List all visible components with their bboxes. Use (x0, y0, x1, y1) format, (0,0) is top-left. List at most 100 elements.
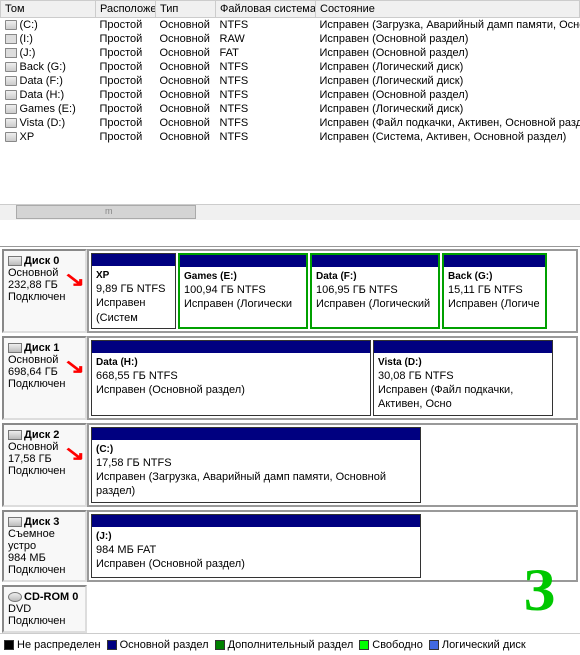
disk-name: Диск 2 (24, 429, 59, 441)
vol-fs: NTFS (216, 130, 316, 144)
vol-name: Data (F:) (20, 75, 63, 87)
vol-fs: NTFS (216, 88, 316, 102)
partition-bar (374, 341, 552, 353)
volume-table: Том Расположение Тип Файловая система Со… (0, 0, 580, 144)
drive-icon (5, 132, 17, 142)
disk-size: 984 МБ (8, 552, 81, 564)
col-filesystem[interactable]: Файловая система (216, 1, 316, 18)
legend-item: Не распределен (4, 639, 101, 651)
vol-fs: NTFS (216, 60, 316, 74)
disk-icon (8, 256, 22, 266)
partition-bar (180, 255, 306, 267)
legend-color-icon (215, 640, 225, 650)
table-row[interactable]: XPПростойОсновнойNTFSИсправен (Система, … (1, 130, 580, 144)
vol-status: Исправен (Логический диск) (316, 102, 580, 116)
partition-bar (92, 428, 420, 440)
drive-icon (5, 76, 17, 86)
partition-size: 100,94 ГБ NTFS (184, 284, 266, 296)
partition-size: 9,89 ГБ NTFS (96, 283, 165, 295)
vol-status: Исправен (Основной раздел) (316, 32, 580, 46)
vol-type: Основной (156, 46, 216, 60)
partition-title: Vista (D:) (378, 357, 422, 368)
vol-fs: NTFS (216, 74, 316, 88)
vol-name: (I:) (20, 33, 33, 45)
vol-status: Исправен (Логический диск) (316, 60, 580, 74)
partition[interactable]: (J:)984 МБ FATИсправен (Основной раздел) (91, 514, 421, 578)
vol-fs: NTFS (216, 18, 316, 33)
vol-status: Исправен (Файл подкачки, Активен, Основн… (316, 116, 580, 130)
volume-list-pane: Том Расположение Тип Файловая система Со… (0, 0, 580, 247)
legend-color-icon (107, 640, 117, 650)
table-row[interactable]: Data (H:)ПростойОсновнойNTFSИсправен (Ос… (1, 88, 580, 102)
disk-status: Подключен (8, 564, 81, 576)
partition-bar (92, 341, 370, 353)
vol-name: XP (20, 131, 35, 143)
disk-row: Диск 3Съемное устро984 МБПодключен(J:)98… (2, 510, 578, 582)
partition[interactable]: Games (E:) 100,94 ГБ NTFS Исправен (Логиче… (178, 253, 308, 329)
vol-type: Основной (156, 130, 216, 144)
col-layout[interactable]: Расположение (96, 1, 156, 18)
disk-name: CD-ROM 0 (24, 591, 78, 603)
partition[interactable]: Back (G:)15,11 ГБ NTFSИсправен (Логиче (442, 253, 547, 329)
legend-item: Дополнительный раздел (215, 639, 354, 651)
partition-status: Исправен (Логически (184, 298, 292, 310)
disk-row: CD-ROM 0DVDПодключен (2, 585, 578, 633)
disk-header[interactable]: CD-ROM 0DVDПодключен (2, 585, 87, 633)
disk-name: Диск 1 (24, 342, 59, 354)
disk-name: Диск 0 (24, 255, 59, 267)
table-row[interactable]: Games (E:)ПростойОсновнойNTFSИсправен (Л… (1, 102, 580, 116)
disk-icon (8, 517, 22, 527)
table-row[interactable]: (J:)ПростойОсновнойFATИсправен (Основной… (1, 46, 580, 60)
partition[interactable]: Data (H:)668,55 ГБ NTFSИсправен (Основно… (91, 340, 371, 416)
vol-layout: Простой (96, 60, 156, 74)
disk-header[interactable]: Диск 3Съемное устро984 МБПодключен (2, 510, 87, 582)
table-row[interactable]: (C:)ПростойОсновнойNTFSИсправен (Загрузк… (1, 18, 580, 33)
partition-title: Data (F:) (316, 271, 357, 282)
partition-title: Games (E:) (184, 271, 237, 282)
vol-fs: NTFS (216, 116, 316, 130)
disk-status: Подключен (8, 465, 81, 477)
vol-name: Games (E:) (20, 103, 76, 115)
col-status[interactable]: Состояние (316, 1, 580, 18)
partition-size: 668,55 ГБ NTFS (96, 370, 178, 382)
partition-title: Back (G:) (448, 271, 492, 282)
vol-type: Основной (156, 60, 216, 74)
partition-status: Исправен (Логиче (448, 298, 540, 310)
vol-name: Back (G:) (20, 61, 66, 73)
partition-bar (312, 255, 438, 267)
table-row[interactable]: Vista (D:)ПростойОсновнойNTFSИсправен (Ф… (1, 116, 580, 130)
disk-type: DVD (8, 603, 81, 615)
vol-layout: Простой (96, 130, 156, 144)
table-row[interactable]: (I:)ПростойОсновнойRAWИсправен (Основной… (1, 32, 580, 46)
partition-status: Исправен (Загрузка, Аварийный дамп памят… (96, 471, 386, 497)
horizontal-scrollbar[interactable]: m (0, 204, 580, 220)
partition[interactable]: (C:)17,58 ГБ NTFSИсправен (Загрузка, Ава… (91, 427, 421, 503)
disk-row: Диск 1Основной698,64 ГБПодключен↘Data (H… (2, 336, 578, 420)
partition-size: 106,95 ГБ NTFS (316, 284, 398, 296)
table-row[interactable]: Back (G:) ПростойОсновнойNTFSИсправен (Ло… (1, 60, 580, 74)
vol-type: Основной (156, 88, 216, 102)
partition[interactable]: XP9,89 ГБ NTFSИсправен (Систем (91, 253, 176, 329)
vol-layout: Простой (96, 32, 156, 46)
partition[interactable]: Data (F:) 106,95 ГБ NTFS Исправен (Логичес… (310, 253, 440, 329)
partition-container: (J:)984 МБ FATИсправен (Основной раздел) (87, 510, 578, 582)
partition-size: 30,08 ГБ NTFS (378, 370, 454, 382)
table-row[interactable]: Data (F:)ПростойОсновнойNTFSИсправен (Ло… (1, 74, 580, 88)
col-type[interactable]: Тип (156, 1, 216, 18)
partition-bar (92, 254, 175, 266)
drive-icon (5, 62, 17, 72)
vol-fs: FAT (216, 46, 316, 60)
partition-status: Исправен (Основной раздел) (96, 384, 245, 396)
drive-icon (5, 90, 17, 100)
legend-label: Не распределен (17, 639, 101, 651)
vol-name: Data (H:) (20, 89, 65, 101)
vol-layout: Простой (96, 74, 156, 88)
partition-title: (C:) (96, 444, 113, 455)
disk-graphical-pane: Диск 0Основной232,88 ГБПодключен↘XP9,89 … (0, 247, 580, 638)
partition[interactable]: Vista (D:) 30,08 ГБ NTFS Исправен (Файл по… (373, 340, 553, 416)
disk-icon (8, 430, 22, 440)
partition-status: Исправен (Логический (316, 298, 430, 310)
vol-layout: Простой (96, 88, 156, 102)
partition-status: Исправен (Файл подкачки, Активен, Осно (378, 384, 513, 410)
col-volume[interactable]: Том (1, 1, 96, 18)
